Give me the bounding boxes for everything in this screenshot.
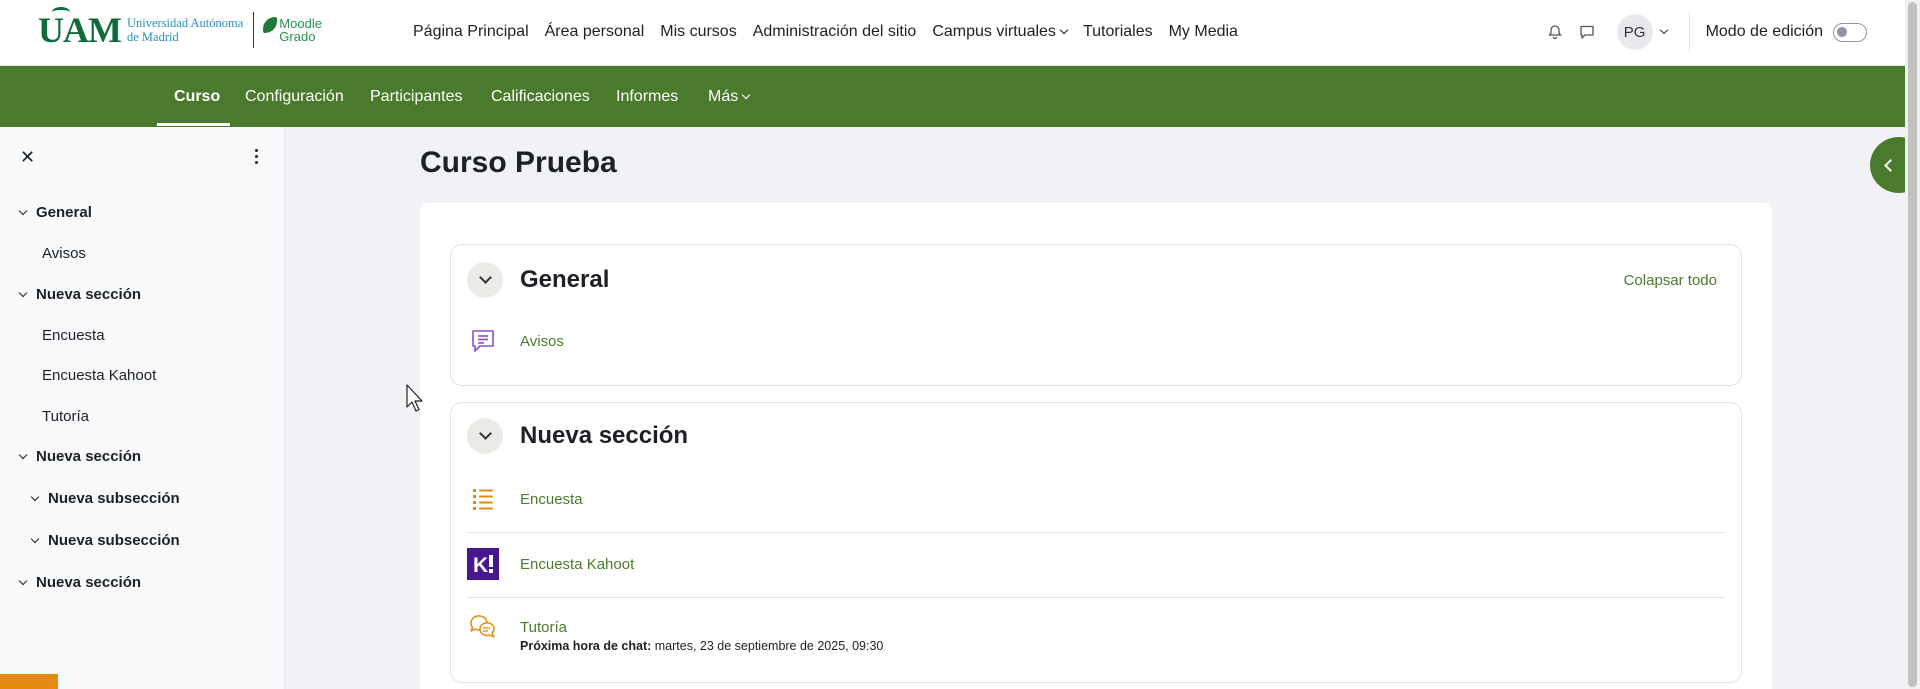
chevron-down-icon [478,427,492,440]
chevron-down-icon [18,206,28,215]
primary-navigation: Página Principal Área personal Mis curso… [405,0,1246,64]
active-tab-indicator [157,123,230,126]
tab-participantes[interactable]: Participantes [370,66,463,127]
chevron-down-icon [478,271,492,284]
course-index-activity[interactable]: Encuesta [42,327,105,344]
feedback-tab[interactable] [0,674,58,689]
toolbar-divider [1688,13,1690,51]
section-collapse-toggle[interactable] [467,418,503,454]
page-title: Curso Prueba [420,146,617,179]
chevron-down-icon [1059,25,1069,35]
tab-mas-label: Más [708,87,739,105]
activity-item: K Encuesta Kahoot [467,548,1725,580]
uam-logo-mark: UAM [38,7,122,51]
nav-mis-cursos[interactable]: Mis cursos [652,23,744,41]
nav-campus-virtuales[interactable]: Campus virtuales [924,23,1075,41]
university-name: Universidad Autónoma de Madrid [126,16,244,44]
course-index-subsection-label: Nueva subsección [48,490,180,507]
chevron-down-icon [18,450,28,459]
svg-text:K: K [473,554,488,577]
course-index-activity[interactable]: Encuesta Kahoot [42,367,156,384]
chat-icon [467,611,499,643]
activity-divider [467,532,1725,533]
tab-configuracion[interactable]: Configuración [245,66,344,127]
site-logo[interactable]: UAM Universidad Autónoma de Madrid Moodl… [38,7,322,52]
collapse-all-link[interactable]: Colapsar todo [1624,272,1717,289]
chevron-down-icon [18,576,28,585]
tab-mas[interactable]: Más [708,66,751,127]
course-index-section[interactable]: General [18,204,92,221]
course-index-section[interactable]: Nueva sección [18,574,142,591]
course-index-section-label: Nueva sección [36,448,142,465]
activity-link[interactable]: Avisos [520,333,564,350]
tab-curso[interactable]: Curso [174,66,220,127]
activity-item: Avisos [467,325,1725,357]
nav-my-media[interactable]: My Media [1161,23,1246,41]
chevron-down-icon [18,288,28,297]
kahoot-icon: K [467,548,499,580]
nav-area-personal[interactable]: Área personal [537,23,653,41]
course-index-activity[interactable]: Avisos [42,245,86,262]
section-title[interactable]: General [520,266,609,294]
moodle-leaf-icon [263,17,278,33]
scrollbar-thumb[interactable] [1908,2,1917,687]
chat-next-time: Próxima hora de chat: martes, 23 de sept… [520,639,883,653]
course-index-subsection[interactable]: Nueva subsección [30,490,180,507]
edit-mode-label: Modo de edición [1705,23,1823,40]
course-index-section-label: Nueva sección [36,574,142,591]
chevron-left-icon [1884,158,1897,172]
top-navbar: UAM Universidad Autónoma de Madrid Moodl… [0,0,1905,66]
course-index-section[interactable]: Nueva sección [18,448,142,465]
notifications-bell-icon[interactable] [1541,18,1569,46]
edit-mode-toggle[interactable] [1833,22,1867,42]
tab-calificaciones[interactable]: Calificaciones [491,66,590,127]
course-section: Nueva sección Encuesta K Encuesta Kahoot… [450,402,1742,683]
nav-pagina-principal[interactable]: Página Principal [405,23,537,41]
chevron-down-icon [30,492,40,501]
activity-link[interactable]: Encuesta Kahoot [520,556,634,573]
course-index-section-label: Nueva sección [36,286,142,303]
close-drawer-icon[interactable]: ✕ [20,147,35,168]
course-section: General Colapsar todo Avisos [450,244,1742,386]
course-index-section[interactable]: Nueva sección [18,286,142,303]
forum-icon [467,325,499,357]
page-scrollbar[interactable] [1905,0,1920,689]
course-index-subsection-label: Nueva subsección [48,532,180,549]
user-menu-chevron-down-icon[interactable] [1659,25,1668,35]
course-index-activity[interactable]: Tutoría [42,408,89,425]
chevron-down-icon [741,90,751,99]
activity-link[interactable]: Encuesta [520,491,583,508]
choice-icon [467,483,499,515]
course-index-subsection[interactable]: Nueva subsección [30,532,180,549]
tab-informes[interactable]: Informes [616,66,678,127]
chat-next-time-value: martes, 23 de septiembre de 2025, 09:30 [651,639,884,653]
messages-icon[interactable] [1573,18,1601,46]
moodle-name: Moodle Grado [279,16,322,44]
nav-tutoriales[interactable]: Tutoriales [1075,23,1161,41]
course-index-options-icon[interactable] [255,149,259,167]
chevron-down-icon [30,534,40,543]
secondary-navigation: Curso Configuración Participantes Califi… [0,66,1905,127]
activity-divider [467,597,1725,598]
nav-campus-virtuales-label: Campus virtuales [932,23,1056,40]
section-collapse-toggle[interactable] [467,262,503,298]
logo-divider [253,12,255,48]
mouse-cursor-icon [406,384,423,412]
user-avatar[interactable]: PG [1616,14,1653,50]
chat-next-time-label: Próxima hora de chat: [520,639,652,653]
user-tools: PG Modo de edición [1541,0,1867,64]
course-index-section-label: General [36,204,92,221]
section-title[interactable]: Nueva sección [520,422,688,450]
activity-link[interactable]: Tutoría [520,619,567,636]
nav-administracion[interactable]: Administración del sitio [745,23,925,41]
activity-item: Encuesta [467,483,1725,515]
